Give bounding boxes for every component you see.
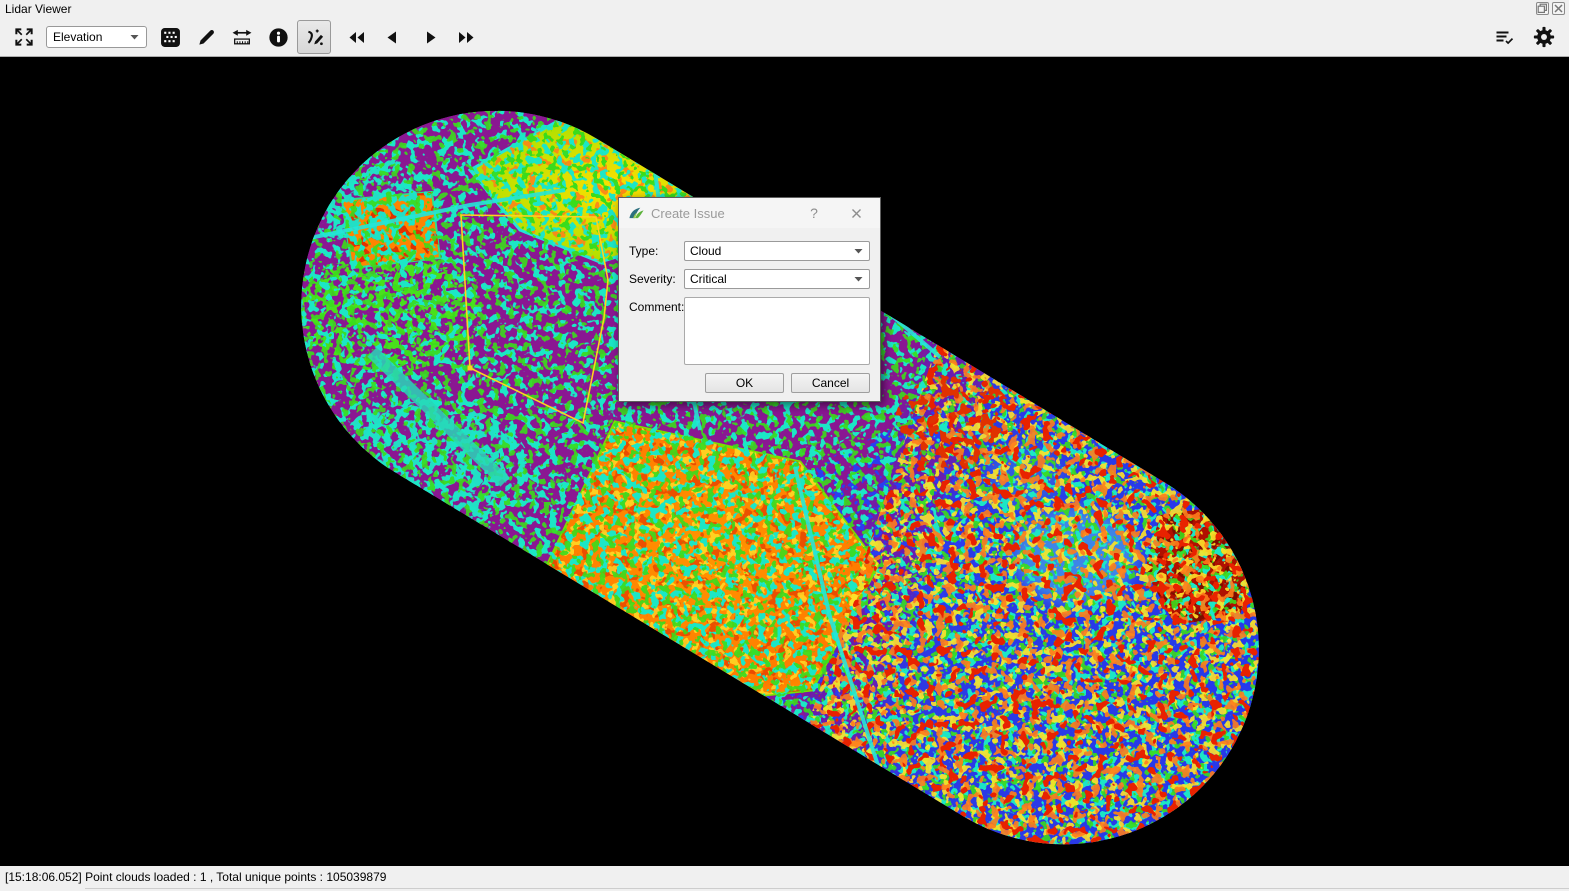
dialog-title: Create Issue (651, 206, 725, 221)
dialog-titlebar[interactable]: Create Issue ? (619, 198, 880, 228)
step-forward-icon (420, 28, 441, 47)
pencil-icon (196, 27, 217, 48)
create-issue-dialog: Create Issue ? Type: Cloud Severity: Cri… (618, 197, 881, 402)
task-list-button[interactable] (1487, 20, 1521, 54)
dialog-close-button[interactable] (845, 203, 867, 223)
raster-grid-button[interactable] (153, 20, 187, 54)
comment-label: Comment: (629, 300, 684, 314)
skip-forward-icon (456, 28, 477, 47)
skip-back-icon (346, 28, 367, 47)
step-back-button[interactable] (375, 20, 409, 54)
restore-window-icon (1537, 3, 1548, 14)
expand-icon (14, 27, 34, 47)
status-message: [15:18:06.052] Point clouds loaded : 1 ,… (5, 870, 386, 884)
step-forward-button[interactable] (413, 20, 447, 54)
fullscreen-button[interactable] (12, 20, 36, 54)
window-titlebar: Lidar Viewer (0, 0, 1569, 18)
skip-forward-button[interactable] (449, 20, 483, 54)
statusbar-groove (85, 888, 1569, 889)
dialog-close-icon (851, 208, 862, 219)
type-select-value: Cloud (685, 244, 854, 258)
chevron-down-icon (130, 34, 146, 40)
pencil-button[interactable] (189, 20, 223, 54)
info-icon (268, 27, 289, 48)
window-controls (1536, 2, 1565, 15)
pointcloud-render (0, 57, 1569, 866)
viewport-canvas[interactable] (0, 57, 1569, 866)
measure-button[interactable] (225, 20, 259, 54)
comment-input[interactable] (684, 297, 870, 365)
settings-button[interactable] (1527, 20, 1561, 54)
raster-grid-icon (160, 27, 181, 48)
close-window-icon (1553, 3, 1564, 14)
colormap-select-value: Elevation (47, 30, 130, 44)
skip-back-button[interactable] (339, 20, 373, 54)
measure-icon (231, 27, 253, 48)
ok-button[interactable]: OK (705, 373, 784, 393)
step-back-icon (382, 28, 403, 47)
annotation-vertex-handle[interactable] (468, 366, 473, 371)
severity-select-value: Critical (685, 272, 854, 286)
annotate-sparkle-icon (304, 27, 325, 48)
close-window-button[interactable] (1552, 2, 1565, 15)
statusbar: [15:18:06.052] Point clouds loaded : 1 ,… (0, 866, 1569, 891)
dialog-help-button[interactable]: ? (804, 203, 824, 223)
app-logo-icon (628, 205, 645, 225)
annotate-button[interactable] (297, 20, 331, 54)
severity-label: Severity: (629, 272, 676, 286)
cancel-button[interactable]: Cancel (791, 373, 870, 393)
info-button[interactable] (261, 20, 295, 54)
task-list-check-icon (1494, 28, 1515, 47)
app-window: Lidar Viewer Elevation (0, 0, 1569, 891)
settings-gear-icon (1533, 26, 1555, 48)
restore-window-button[interactable] (1536, 2, 1549, 15)
type-label: Type: (629, 244, 658, 258)
chevron-down-icon (854, 276, 869, 282)
toolbar: Elevation (0, 18, 1569, 57)
type-select[interactable]: Cloud (684, 241, 870, 261)
severity-select[interactable]: Critical (684, 269, 870, 289)
chevron-down-icon (854, 248, 869, 254)
window-title: Lidar Viewer (5, 2, 71, 16)
colormap-select[interactable]: Elevation (46, 26, 147, 48)
